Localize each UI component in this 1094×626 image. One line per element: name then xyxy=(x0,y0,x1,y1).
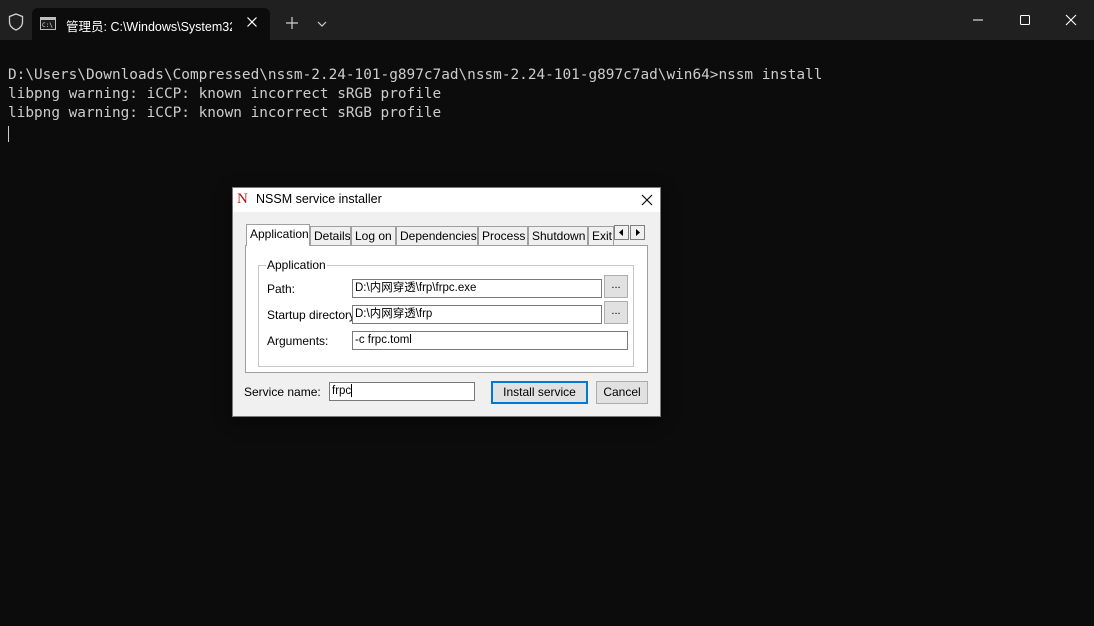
close-tab-icon[interactable] xyxy=(244,14,260,30)
tab-log-on[interactable]: Log on xyxy=(351,226,396,245)
service-name-input[interactable]: frpc xyxy=(329,382,475,401)
tab-application[interactable]: Application xyxy=(246,224,310,246)
startup-directory-input[interactable]: D:\内网穿透\frp xyxy=(352,305,602,324)
cmd-icon: C:\ xyxy=(40,17,56,30)
path-label: Path: xyxy=(267,282,296,296)
tab-scroll xyxy=(614,225,646,241)
nssm-logo-icon: N xyxy=(237,191,248,207)
path-input[interactable]: D:\内网穿透\frp\frpc.exe xyxy=(352,279,602,298)
close-window-icon[interactable] xyxy=(1061,10,1081,30)
path-browse-button[interactable]: ... xyxy=(604,275,628,298)
nssm-dialog: N NSSM service installer Application Det… xyxy=(232,187,661,417)
new-tab-icon[interactable] xyxy=(283,14,301,32)
terminal-output[interactable]: D:\Users\Downloads\Compressed\nssm-2.24-… xyxy=(8,66,822,123)
maximize-icon[interactable] xyxy=(1015,10,1035,30)
startup-browse-button[interactable]: ... xyxy=(604,301,628,324)
arguments-input[interactable]: -c frpc.toml xyxy=(352,331,628,350)
terminal-tab[interactable]: C:\ 管理员: C:\Windows\System32 xyxy=(32,8,270,40)
tab-exit[interactable]: Exit xyxy=(588,226,614,245)
arguments-label: Arguments: xyxy=(267,334,329,348)
tab-shutdown[interactable]: Shutdown xyxy=(528,226,588,245)
tab-dependencies[interactable]: Dependencies xyxy=(396,226,478,245)
startup-directory-label: Startup directory: xyxy=(267,308,359,322)
cancel-button[interactable]: Cancel xyxy=(596,381,648,404)
application-tab-panel: Application Path: D:\内网穿透\frp\frpc.exe .… xyxy=(245,245,648,373)
service-name-value: frpc xyxy=(332,385,352,397)
dialog-close-icon[interactable] xyxy=(639,192,655,208)
service-name-label: Service name: xyxy=(244,385,321,399)
group-title: Application xyxy=(266,258,327,272)
terminal-cursor xyxy=(8,126,9,142)
terminal-line: D:\Users\Downloads\Compressed\nssm-2.24-… xyxy=(8,67,823,83)
terminal-titlebar: C:\ 管理员: C:\Windows\System32 xyxy=(0,0,1094,40)
dialog-title: NSSM service installer xyxy=(256,192,382,206)
svg-text:C:\: C:\ xyxy=(42,22,53,29)
terminal-line: libpng warning: iCCP: known incorrect sR… xyxy=(8,86,442,102)
minimize-icon[interactable] xyxy=(968,10,988,30)
tab-scroll-left-button[interactable] xyxy=(614,225,629,240)
shield-icon xyxy=(8,13,24,31)
terminal-line: libpng warning: iCCP: known incorrect sR… xyxy=(8,105,442,121)
chevron-down-icon[interactable] xyxy=(313,15,331,33)
tab-details[interactable]: Details xyxy=(310,226,351,245)
install-service-button[interactable]: Install service xyxy=(491,381,588,404)
text-caret xyxy=(351,384,353,398)
dialog-tabs: Application Details Log on Dependencies … xyxy=(246,224,648,246)
dialog-titlebar: N NSSM service installer xyxy=(233,188,660,212)
tab-title: 管理员: C:\Windows\System32 xyxy=(66,20,232,34)
tab-process[interactable]: Process xyxy=(478,226,528,245)
arrow-left-icon xyxy=(619,229,623,236)
tab-scroll-right-button[interactable] xyxy=(630,225,645,240)
arrow-right-icon xyxy=(636,229,640,236)
